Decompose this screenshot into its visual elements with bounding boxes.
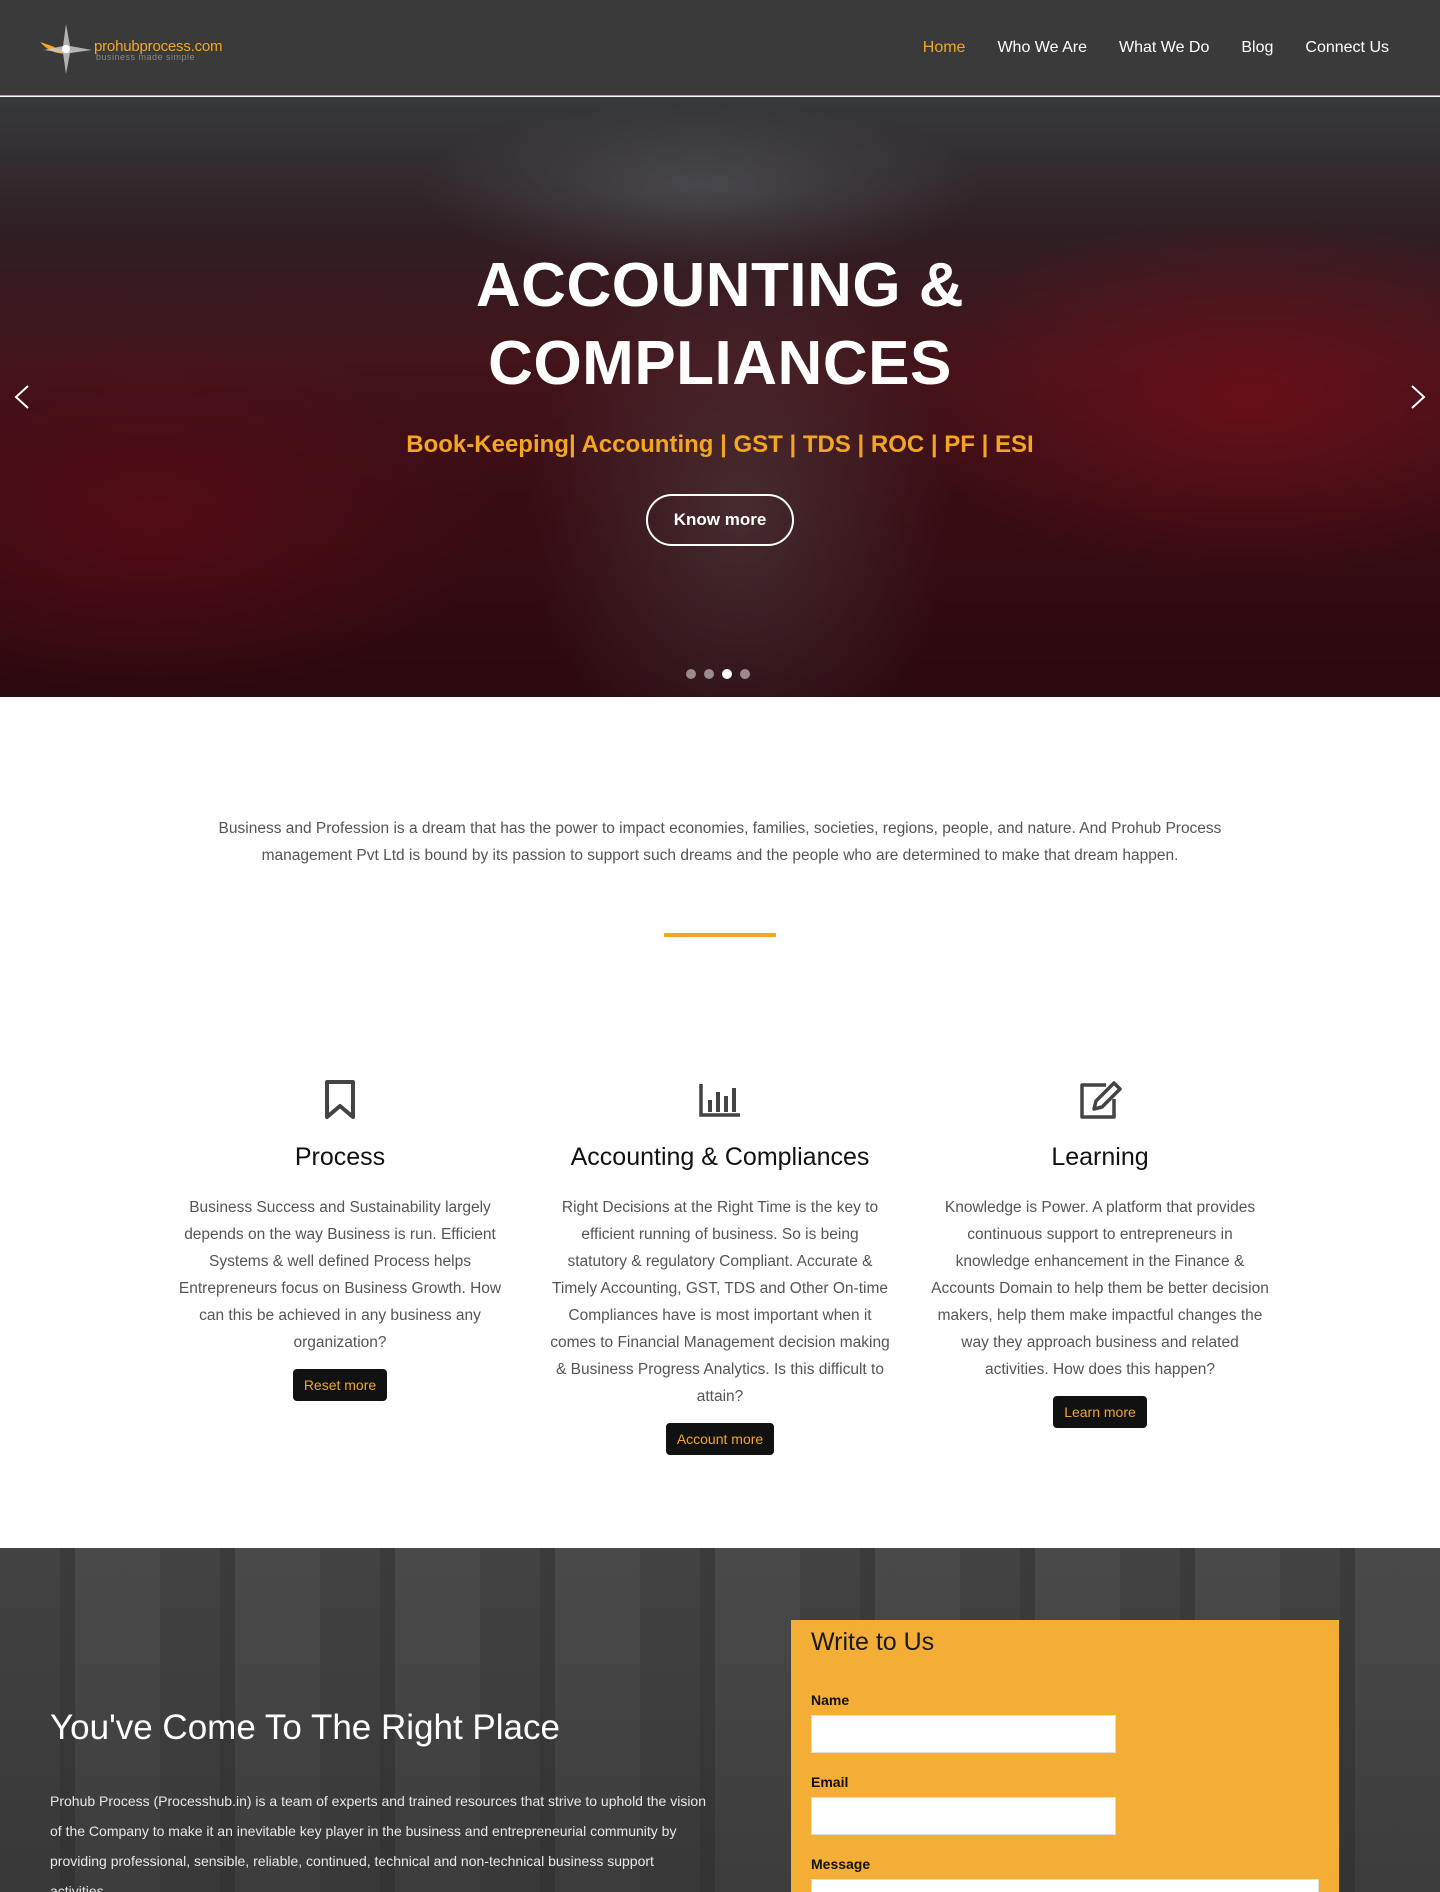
hero-title-line2: COMPLIANCES <box>488 329 952 398</box>
reset-more-button[interactable]: Reset more <box>292 1369 388 1401</box>
hero-slider: ACCOUNTING & COMPLIANCES Book-Keeping| A… <box>0 97 1440 697</box>
feature-text: Knowledge is Power. A platform that prov… <box>931 1199 1269 1378</box>
feature-title: Learning <box>1051 1143 1149 1171</box>
hero-content: ACCOUNTING & COMPLIANCES Book-Keeping| A… <box>0 97 1440 697</box>
intro-text: Business and Profession is a dream that … <box>218 820 1222 864</box>
edit-icon <box>1080 1081 1122 1119</box>
message-label: Message <box>811 1856 871 1872</box>
feature-text: Right Decisions at the Right Time is the… <box>550 1199 890 1405</box>
email-label: Email <box>811 1774 849 1790</box>
bar-chart-icon <box>699 1084 740 1117</box>
email-field[interactable] <box>811 1797 1116 1835</box>
feature-accounting: Accounting & Compliances Right Decisions… <box>550 1075 890 1455</box>
hero-subtitle: Book-Keeping| Accounting | GST | TDS | R… <box>406 431 1034 458</box>
know-more-button[interactable]: Know more <box>646 494 794 546</box>
nav-blog[interactable]: Blog <box>1241 39 1273 57</box>
hero-title: ACCOUNTING & COMPLIANCES <box>320 247 1120 403</box>
site-header: prohubprocess.com business made simple H… <box>0 0 1440 96</box>
section-divider <box>664 933 776 937</box>
name-field[interactable] <box>811 1715 1116 1753</box>
feature-title: Accounting & Compliances <box>570 1143 870 1171</box>
feature-text: Business Success and Sustainability larg… <box>178 1199 502 1351</box>
logo-text: prohubprocess.com business made simple <box>94 38 223 62</box>
slider-dots <box>686 669 750 679</box>
contact-form: Write to Us Name Email Message <box>791 1620 1339 1892</box>
logo-tagline: business made simple <box>96 52 196 62</box>
logo-mark-icon <box>40 24 92 74</box>
hero-title-line1: ACCOUNTING & <box>475 251 965 320</box>
about-section: You've Come To The Right Place Prohub Pr… <box>0 1548 1440 1892</box>
about-title: You've Come To The Right Place <box>50 1708 560 1747</box>
nav-who-we-are[interactable]: Who We Are <box>997 39 1087 57</box>
site-logo[interactable]: prohubprocess.com business made simple <box>36 20 256 76</box>
slider-dot[interactable] <box>740 669 750 679</box>
message-field[interactable] <box>811 1879 1319 1892</box>
logo-tld: .com <box>190 38 223 55</box>
name-label: Name <box>811 1692 850 1708</box>
learn-more-button[interactable]: Learn more <box>1053 1396 1147 1428</box>
account-more-button[interactable]: Account more <box>665 1423 775 1455</box>
form-title: Write to Us <box>811 1628 935 1656</box>
nav-what-we-do[interactable]: What We Do <box>1119 39 1209 57</box>
main-nav: Home Who We Are What We Do Blog Connect … <box>923 0 1389 96</box>
nav-home[interactable]: Home <box>923 39 966 57</box>
feature-title: Process <box>294 1143 386 1171</box>
feature-process: Process Business Success and Sustainabil… <box>170 1075 510 1401</box>
feature-learning: Learning Knowledge is Power. A platform … <box>930 1075 1270 1428</box>
bookmark-icon <box>325 1080 355 1119</box>
chevron-right-icon[interactable] <box>1406 382 1430 412</box>
about-text: Prohub Process (Processhub.in) is a team… <box>50 1793 707 1892</box>
nav-connect-us[interactable]: Connect Us <box>1305 39 1389 57</box>
slider-dot[interactable] <box>704 669 714 679</box>
slider-dot[interactable] <box>686 669 696 679</box>
chevron-left-icon[interactable] <box>10 382 34 412</box>
slider-dot-active[interactable] <box>722 669 732 679</box>
